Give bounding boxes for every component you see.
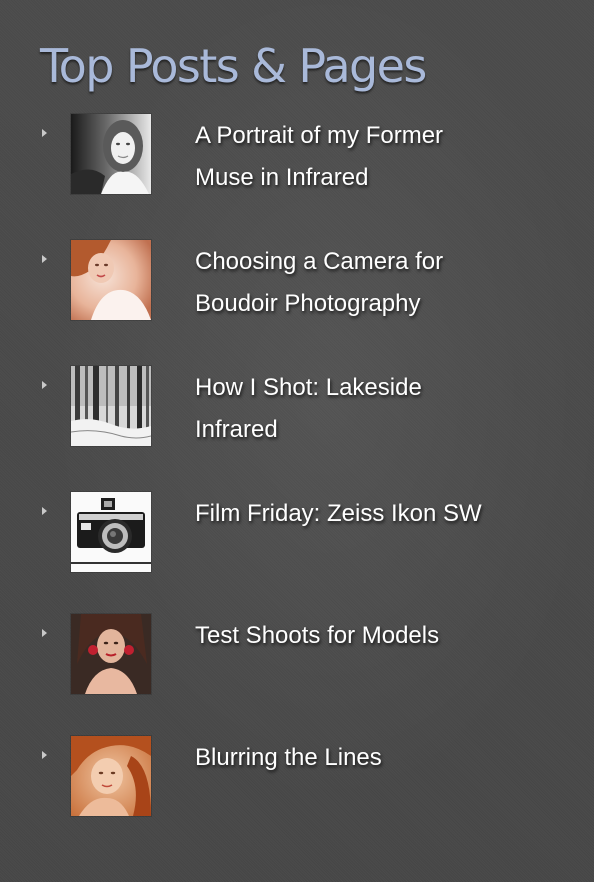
- bullet-arrow-icon: [42, 629, 47, 637]
- list-item: Film Friday: Zeiss Ikon SW: [0, 492, 594, 602]
- list-item: Test Shoots for Models: [0, 614, 594, 724]
- post-link-test-shoots[interactable]: Test Shoots for Models: [195, 615, 535, 657]
- post-title-line1: Test Shoots for Models: [195, 622, 440, 649]
- list-item: How I Shot: Lakeside Infrared: [0, 366, 594, 476]
- post-link-portrait-infrared[interactable]: A Portrait of my Former Muse in Infrared: [195, 115, 535, 199]
- list-item: A Portrait of my Former Muse in Infrared: [0, 114, 594, 224]
- widget-title: Top Posts & Pages: [40, 39, 427, 93]
- bullet-arrow-icon: [42, 255, 47, 263]
- post-link-lakeside-infrared[interactable]: How I Shot: Lakeside Infrared: [195, 367, 535, 451]
- list-item: Blurring the Lines: [0, 736, 594, 846]
- bullet-arrow-icon: [42, 129, 47, 137]
- post-title-line1: How I Shot: Lakeside: [195, 374, 422, 401]
- model-portrait-thumbnail[interactable]: [71, 614, 151, 694]
- bullet-arrow-icon: [42, 507, 47, 515]
- post-title-line2: Infrared: [195, 416, 278, 443]
- post-title-line1: Film Friday: Zeiss Ikon SW: [195, 500, 482, 527]
- post-link-film-friday[interactable]: Film Friday: Zeiss Ikon SW: [195, 493, 535, 535]
- post-title-line1: Blurring the Lines: [195, 744, 382, 771]
- boudoir-portrait-thumbnail[interactable]: [71, 240, 151, 320]
- bullet-arrow-icon: [42, 751, 47, 759]
- film-camera-thumbnail[interactable]: [71, 492, 151, 572]
- bullet-arrow-icon: [42, 381, 47, 389]
- post-link-boudoir-camera[interactable]: Choosing a Camera for Boudoir Photograph…: [195, 241, 535, 325]
- post-title-line2: Boudoir Photography: [195, 290, 421, 317]
- post-title-line1: Choosing a Camera for: [195, 248, 444, 275]
- post-title-line1: A Portrait of my Former: [195, 122, 444, 149]
- lakeside-trees-thumbnail[interactable]: [71, 366, 151, 446]
- top-posts-widget: Top Posts & Pages A Portrait of my Forme…: [0, 0, 594, 882]
- redhead-portrait-thumbnail[interactable]: [71, 736, 151, 816]
- post-link-blurring-lines[interactable]: Blurring the Lines: [195, 737, 535, 779]
- list-item: Choosing a Camera for Boudoir Photograph…: [0, 240, 594, 350]
- portrait-infrared-thumbnail[interactable]: [71, 114, 151, 194]
- post-title-line2: Muse in Infrared: [195, 164, 369, 191]
